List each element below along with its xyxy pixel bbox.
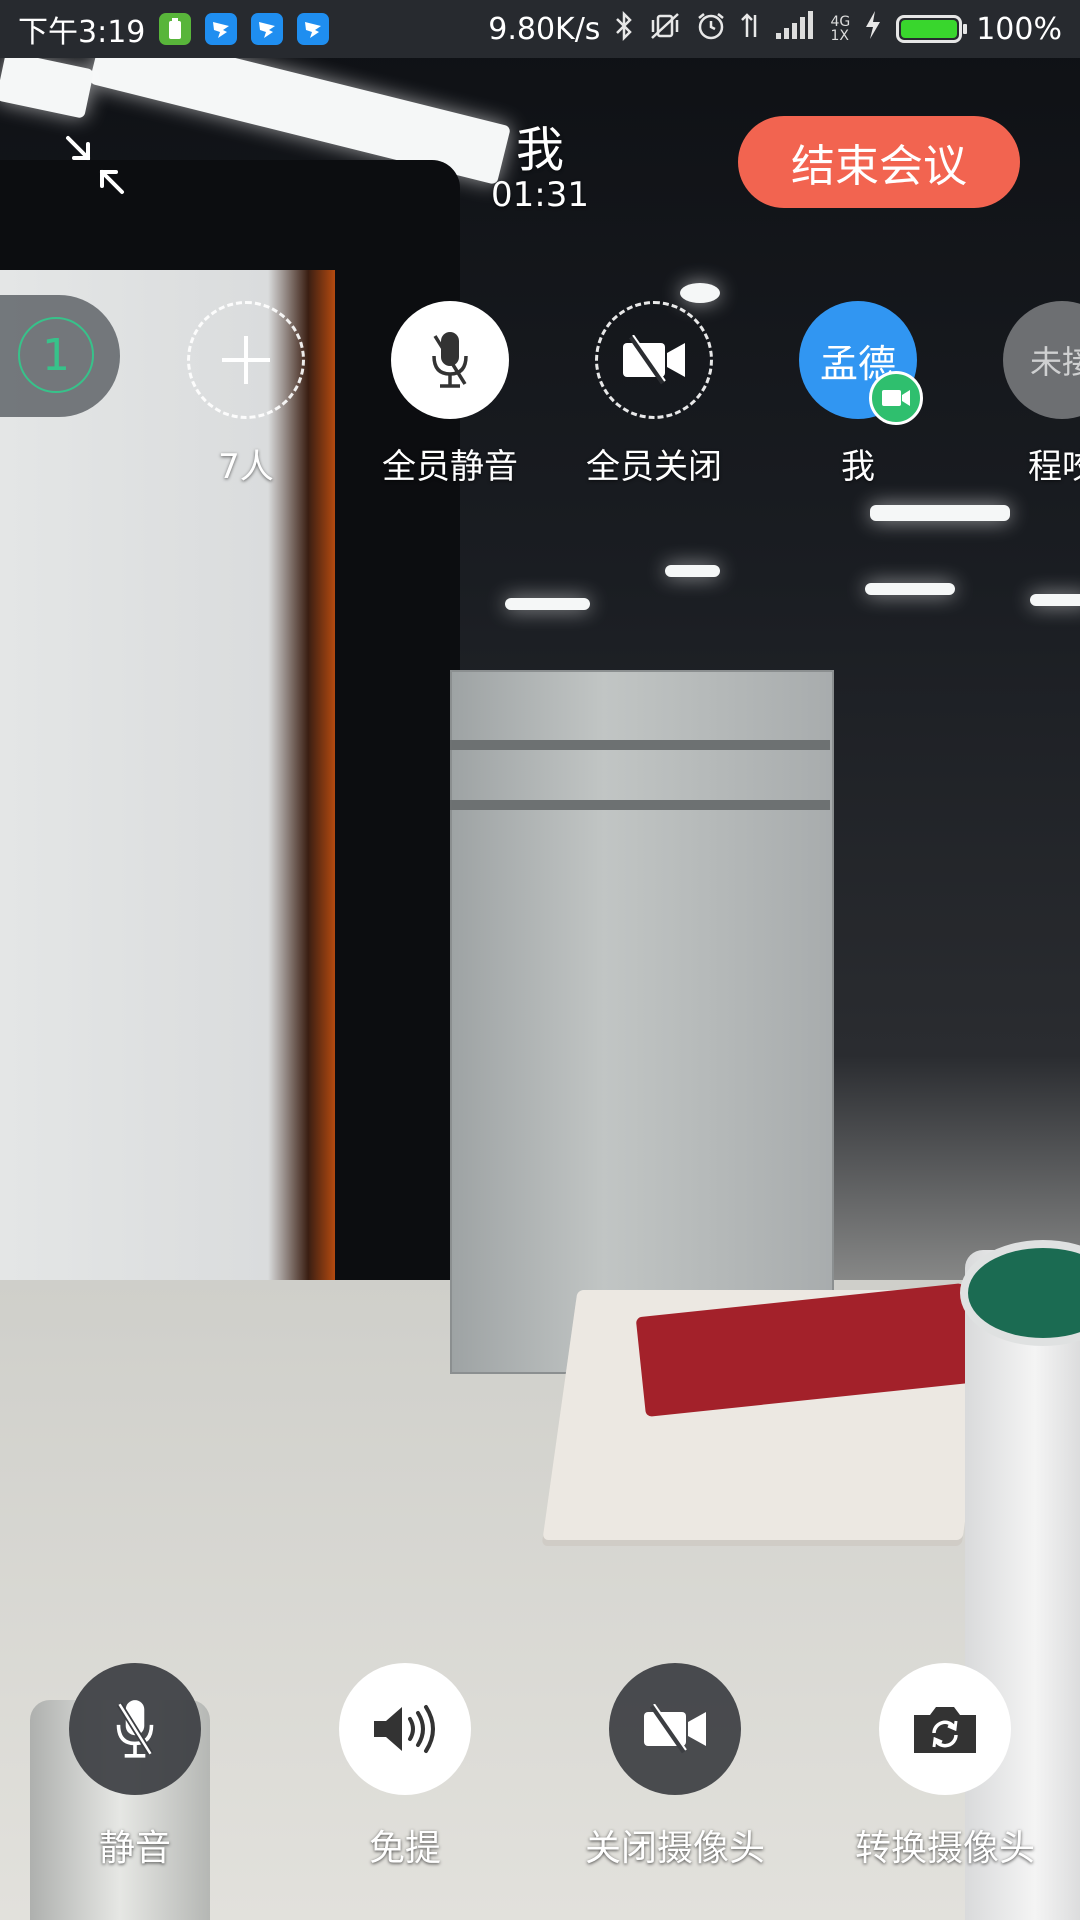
ceiling-light <box>1030 594 1080 606</box>
participant-count-badge: 1 <box>18 317 94 393</box>
ceiling-light <box>665 565 720 577</box>
camera-off-label: 关闭摄像头 <box>584 1828 765 1869</box>
switch-camera-label: 转换摄像头 <box>854 1828 1035 1869</box>
status-bar-left: 下午3:19 <box>18 7 330 51</box>
switch-camera-button[interactable] <box>879 1663 1011 1795</box>
network-type: 4G 1X <box>830 15 850 43</box>
signal-icon <box>776 11 816 47</box>
speaker-control[interactable]: 免提 <box>290 1663 520 1871</box>
bluetooth-icon <box>614 10 634 48</box>
data-arrows-icon <box>740 11 762 48</box>
switch-camera-icon <box>914 1707 976 1753</box>
add-participant-item[interactable]: 7人 <box>166 301 326 488</box>
ceiling-light <box>865 583 955 595</box>
battery-percent: 100% <box>976 11 1062 47</box>
dingtalk-icon <box>297 13 330 45</box>
close-all-label: 全员关闭 <box>586 447 722 487</box>
mute-all-item[interactable]: 全员静音 <box>370 301 530 488</box>
end-meeting-button[interactable]: 结束会议 <box>738 116 1020 208</box>
participants-strip: 1 7人 全员静音 全员关闭 孟德 我 未接 程咬 <box>0 295 1080 495</box>
camera-off-button[interactable] <box>609 1663 741 1795</box>
charging-icon <box>864 10 882 48</box>
close-all-cameras-item[interactable]: 全员关闭 <box>574 301 734 488</box>
mic-off-icon <box>116 1700 154 1758</box>
speaker-label: 免提 <box>368 1828 441 1869</box>
add-participant-button[interactable] <box>187 301 305 419</box>
mic-off-icon <box>432 332 468 388</box>
ceiling-light <box>870 505 1010 521</box>
vibrate-off-icon <box>648 11 682 48</box>
dingtalk-icon <box>205 13 238 45</box>
video-on-badge <box>869 371 923 425</box>
network-type-4g: 4G <box>830 14 851 30</box>
call-title: 我 <box>515 122 564 178</box>
video-off-icon <box>644 1704 706 1754</box>
cabinet <box>450 670 834 1374</box>
network-type-1x: 1X <box>830 28 849 44</box>
other-avatar-text: 未接 <box>1029 343 1080 381</box>
minimize-button[interactable] <box>60 130 130 200</box>
other-avatar[interactable]: 未接 <box>1003 301 1080 419</box>
call-timer: 01:31 <box>491 175 589 215</box>
battery-app-icon <box>159 13 192 45</box>
dingtalk-icon <box>251 13 284 45</box>
mute-all-button[interactable] <box>391 301 509 419</box>
close-all-cameras-button[interactable] <box>595 301 713 419</box>
speaker-icon <box>374 1705 435 1753</box>
mute-label: 静音 <box>98 1828 171 1869</box>
video-camera-icon <box>882 390 910 406</box>
plus-icon <box>222 336 270 384</box>
cabinet-edge <box>450 740 830 750</box>
status-bar: 下午3:19 9.80K/s 4G 1X 100% <box>0 0 1080 58</box>
battery-level <box>901 20 958 38</box>
ceiling-light <box>505 598 590 610</box>
mute-all-label: 全员静音 <box>382 447 518 487</box>
mute-control[interactable]: 静音 <box>20 1663 250 1871</box>
ceiling-light <box>0 51 95 119</box>
status-bar-right: 9.80K/s 4G 1X 100% <box>488 10 1062 48</box>
camera-off-control[interactable]: 关闭摄像头 <box>560 1663 790 1871</box>
switch-camera-control[interactable]: 转换摄像头 <box>830 1663 1060 1871</box>
speaker-button[interactable] <box>339 1663 471 1795</box>
participant-count-label: 7人 <box>218 447 274 487</box>
battery-icon <box>896 15 968 43</box>
network-speed: 9.80K/s <box>488 11 601 47</box>
minimize-arrows-icon <box>66 136 124 194</box>
alarm-icon <box>696 11 726 48</box>
participant-self[interactable]: 孟德 我 <box>778 301 938 488</box>
participant-other[interactable]: 未接 程咬 <box>982 301 1080 488</box>
self-label: 我 <box>841 447 875 487</box>
camera-video-feed <box>0 0 1080 1920</box>
mute-button[interactable] <box>69 1663 201 1795</box>
status-time: 下午3:19 <box>18 15 146 50</box>
self-avatar[interactable]: 孟德 <box>799 301 923 425</box>
participant-count-pill[interactable]: 1 <box>0 295 120 417</box>
video-off-icon <box>623 335 685 385</box>
cabinet-edge <box>450 800 830 810</box>
other-label: 程咬 <box>1028 447 1080 487</box>
